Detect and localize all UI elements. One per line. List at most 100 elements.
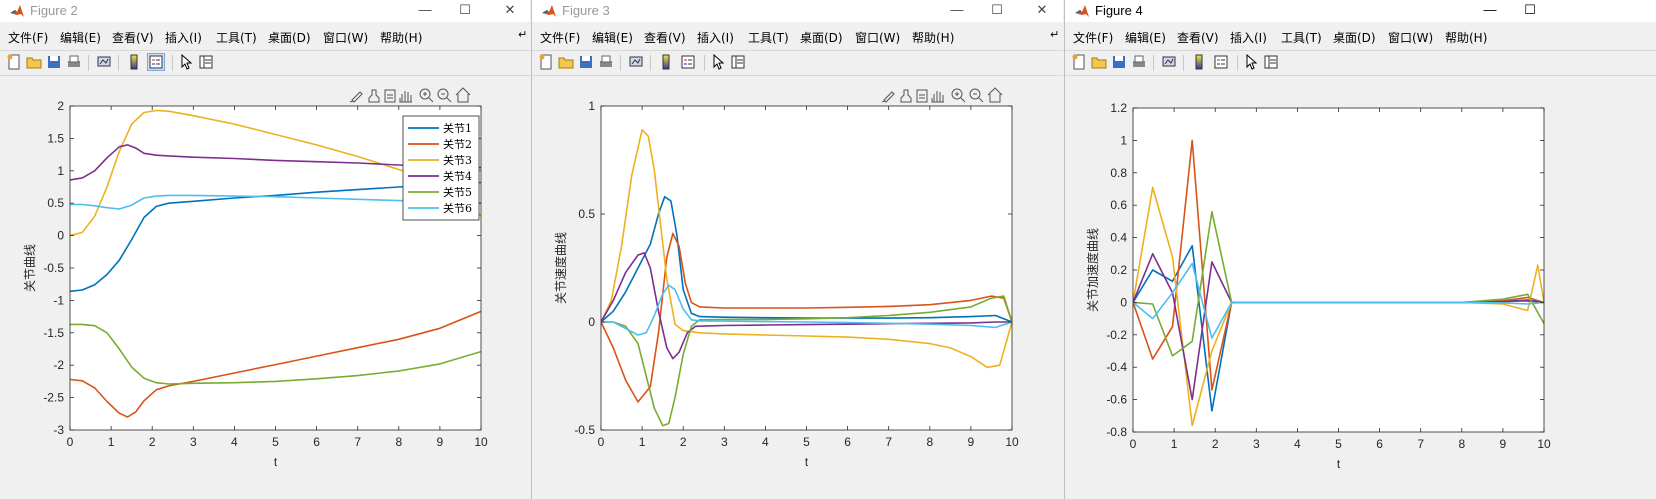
menu-tools[interactable]: 工具(T) [216,29,257,46]
legend-icon[interactable] [147,53,165,71]
menu-help[interactable]: 帮助(H) [1445,29,1487,46]
menu-view[interactable]: 查看(V) [1177,29,1219,46]
axes-figure-3[interactable]: 0 1 2 3 4 5 6 7 8 9 10-0.500.51t关节速度曲线 [532,76,1063,499]
menu-help[interactable]: 帮助(H) [912,29,954,46]
menu-insert[interactable]: 插入(I) [697,29,734,46]
maximize-button[interactable]: ☐ [450,0,480,22]
save-icon[interactable] [46,54,62,70]
figure-toolbar [532,50,1063,76]
window-title: Figure 2 [30,3,78,18]
pointer-icon[interactable] [1243,54,1259,70]
menu-window[interactable]: 窗口(W) [855,29,900,46]
menu-file[interactable]: 文件(F) [540,29,580,46]
close-button[interactable]: ✕ [1027,0,1057,22]
menu-overflow-icon[interactable]: ↵ [1050,28,1059,41]
legend-entry-1: 关节1 [443,121,472,135]
x-axis-label: t [805,455,809,469]
menu-desktop[interactable]: 桌面(D) [1333,29,1376,46]
property-editor-icon[interactable] [1263,54,1279,70]
axes-figure-2[interactable]: 0 1 2 3 4 5 6 7 8 9 10 -3 -2.5 -2 -1.5 -1 -0.5 0 0.5 1 1.5 2 t… [0,76,530,499]
x-axis-label: t [1337,457,1341,471]
menu-edit[interactable]: 编辑(E) [592,29,633,46]
legend-icon[interactable] [680,54,696,70]
menu-window[interactable]: 窗口(W) [1388,29,1433,46]
title-bar[interactable]: Figure 2 — ☐ ✕ [0,0,530,22]
menu-file[interactable]: 文件(F) [1073,29,1113,46]
x-tick-label: 2 [680,435,687,449]
figure-window-4: Figure 4 — ☐ 文件(F) 编辑(E) 查看(V) 插入(I) 工具(… [1064,0,1656,499]
link-plot-icon[interactable] [1161,54,1177,70]
save-icon[interactable] [578,54,594,70]
menu-desktop[interactable]: 桌面(D) [268,29,311,46]
menu-insert[interactable]: 插入(I) [1230,29,1267,46]
menu-window[interactable]: 窗口(W) [323,29,368,46]
x-tick-label: 0 [598,435,605,449]
menu-edit[interactable]: 编辑(E) [60,29,101,46]
open-file-icon[interactable] [26,54,42,70]
matlab-logo-icon [10,5,24,17]
menu-view[interactable]: 查看(V) [644,29,686,46]
y-tick-label: 1 [57,164,64,178]
minimize-button[interactable]: — [942,0,972,22]
menu-overflow-icon[interactable]: ↵ [518,28,527,41]
y-tick-label: 2 [57,99,64,113]
x-tick-label: 4 [231,435,238,449]
colorbar-icon[interactable] [1191,54,1207,70]
menu-desktop[interactable]: 桌面(D) [800,29,843,46]
axes-figure-4[interactable]: 0 1 2 3 4 5 6 7 8 9 10 -0.8 -0.6 -0.4 -0.2 0 0.2 0.4 0.6 0.… [1065,76,1656,499]
maximize-button[interactable]: ☐ [1515,0,1545,22]
legend-icon[interactable] [1213,54,1229,70]
colorbar-icon[interactable] [658,54,674,70]
print-icon[interactable] [66,54,82,70]
figure-toolbar [1065,50,1656,76]
menu-view[interactable]: 查看(V) [112,29,154,46]
y-tick-label: -0.4 [1106,360,1127,374]
x-axis-label: t [274,455,278,469]
x-tick-label: 6 [1376,437,1383,451]
new-figure-icon[interactable] [538,54,554,70]
print-icon[interactable] [598,54,614,70]
print-icon[interactable] [1131,54,1147,70]
menu-file[interactable]: 文件(F) [8,29,48,46]
pointer-icon[interactable] [178,54,194,70]
toolbar-separator [620,55,621,71]
save-icon[interactable] [1111,54,1127,70]
x-tick-label: 4 [1294,437,1301,451]
y-axis-label: 关节加速度曲线 [1085,228,1100,312]
y-tick-label: -0.6 [1106,393,1127,407]
menu-insert[interactable]: 插入(I) [165,29,202,46]
minimize-button[interactable]: — [410,0,440,22]
menu-help[interactable]: 帮助(H) [380,29,422,46]
minimize-button[interactable]: — [1475,0,1505,22]
x-tick-label: 9 [437,435,444,449]
x-tick-label: 6 [844,435,851,449]
maximize-button[interactable]: ☐ [982,0,1012,22]
property-editor-icon[interactable] [198,54,214,70]
title-bar[interactable]: Figure 4 — ☐ [1065,0,1656,22]
figure-area: 0 1 2 3 4 5 6 7 8 9 10 -0.8 -0.6 -0.4 -0.2 0 0.2 0.4 0.6 0.… [1065,76,1656,499]
y-tick-label: 0.5 [47,196,64,210]
y-tick-label: 0.5 [578,207,595,221]
y-tick-label: 1 [1120,133,1127,147]
link-plot-icon[interactable] [628,54,644,70]
open-file-icon[interactable] [558,54,574,70]
x-tick-label: 5 [272,435,279,449]
open-file-icon[interactable] [1091,54,1107,70]
new-figure-icon[interactable] [1071,54,1087,70]
x-tick-label: 1 [108,435,115,449]
close-button[interactable]: ✕ [495,0,525,22]
colorbar-icon[interactable] [126,54,142,70]
menu-tools[interactable]: 工具(T) [1281,29,1322,46]
legend: 关节1 关节2 关节3 关节4 关节5 关节6 [402,115,480,221]
x-tick-label: 2 [149,435,156,449]
x-tick-label: 9 [1500,437,1507,451]
new-figure-icon[interactable] [6,54,22,70]
x-tick-label: 3 [190,435,197,449]
menu-tools[interactable]: 工具(T) [748,29,789,46]
pointer-icon[interactable] [710,54,726,70]
title-bar[interactable]: Figure 3 — ☐ ✕ [532,0,1063,22]
x-tick-label: 0 [67,435,74,449]
property-editor-icon[interactable] [730,54,746,70]
link-plot-icon[interactable] [96,54,112,70]
menu-edit[interactable]: 编辑(E) [1125,29,1166,46]
